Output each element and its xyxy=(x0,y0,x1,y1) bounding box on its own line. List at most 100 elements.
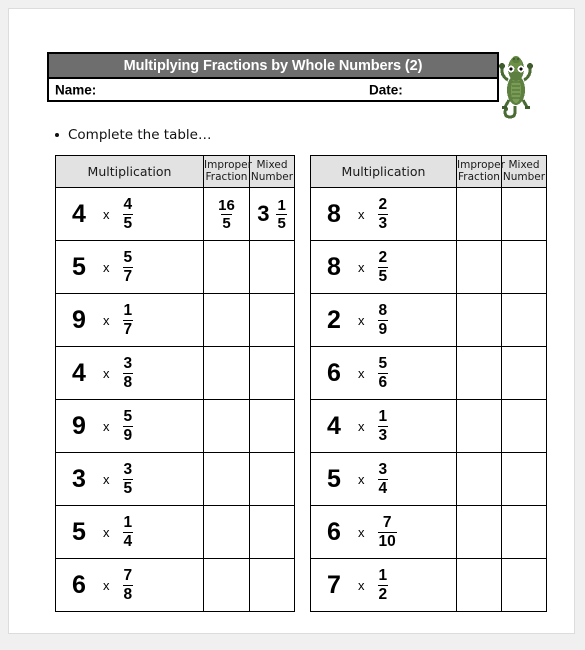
improper-fraction-answer xyxy=(204,241,249,293)
fraction-numerator: 7 xyxy=(123,567,133,584)
mixed-number-cell[interactable] xyxy=(249,346,295,400)
mixed-number-cell[interactable] xyxy=(501,558,547,612)
multiplication-cell: 4 x 38 xyxy=(55,346,204,400)
multiplication-cell: 6 x 7 10 xyxy=(310,505,457,559)
mixed-number-cell[interactable] xyxy=(249,558,295,612)
mixed-number-answer xyxy=(250,506,294,558)
improper-fraction-cell[interactable] xyxy=(203,452,250,506)
fraction-denominator: 6 xyxy=(377,372,389,391)
whole-number: 2 xyxy=(327,305,341,334)
improper-fraction-cell[interactable] xyxy=(456,399,502,453)
improper-fraction-answer xyxy=(204,506,249,558)
instruction-line: Complete the table… xyxy=(55,127,212,143)
times-symbol: x xyxy=(103,471,110,487)
improper-fraction-cell[interactable] xyxy=(456,505,502,559)
improper-fraction-cell[interactable] xyxy=(456,346,502,400)
multiplication-expression: 5 x34 xyxy=(311,453,456,505)
mixed-number-answer xyxy=(250,453,294,505)
multiplication-expression: 5x57 xyxy=(56,241,203,293)
fraction-denominator: 4 xyxy=(122,531,134,550)
multiplication-cell: 7x12 xyxy=(310,558,457,612)
improper-fraction-cell[interactable] xyxy=(456,558,502,612)
improper-fraction-cell[interactable] xyxy=(456,187,502,241)
improper-fraction-answer xyxy=(204,453,249,505)
improper-fraction-cell[interactable] xyxy=(203,505,250,559)
improper-line1: Improper xyxy=(204,159,252,172)
times-symbol: x xyxy=(103,577,110,593)
fraction-numerator: 2 xyxy=(378,196,388,213)
multiplication-expression: 2x89 xyxy=(311,294,456,346)
mixed-number-answer: 315 xyxy=(250,188,294,240)
times-symbol: x xyxy=(103,206,110,222)
whole-number: 6 xyxy=(72,570,86,599)
multiplication-expression: 6x56 xyxy=(311,347,456,399)
mixed-number-cell[interactable] xyxy=(249,293,295,347)
mixed-number-cell[interactable] xyxy=(249,240,295,294)
whole-number: 9 xyxy=(72,411,86,440)
worksheet-table-right: Multiplication Improper Fraction Mixed N… xyxy=(310,155,547,612)
fraction-numerator: 3 xyxy=(378,461,388,478)
table-row: 7x12 xyxy=(310,558,547,612)
mixed-number-cell[interactable]: 315 xyxy=(249,187,295,241)
multiplication-expression: 8x25 xyxy=(311,241,456,293)
fraction-numerator: 5 xyxy=(123,249,133,266)
improper-fraction-cell[interactable] xyxy=(203,399,250,453)
multiplication-cell: 2x89 xyxy=(310,293,457,347)
whole-number: 8 xyxy=(327,199,341,228)
table-body: 4 x 4 5 16 5 3 1 5 5 x 5 7 9 x 1 7 4 x 3 8 9 x 5 9 3 x 3 5 5 x 1 4 6 x 7 8 xyxy=(55,187,295,612)
fraction-numerator: 7 xyxy=(382,514,392,531)
multiplication-cell: 4x13 xyxy=(310,399,457,453)
fraction-numerator: 16 xyxy=(218,196,235,214)
times-symbol: x xyxy=(103,365,110,381)
table-row: 9x59 xyxy=(55,399,295,453)
improper-fraction-cell[interactable] xyxy=(456,452,502,506)
times-symbol: x xyxy=(103,259,110,275)
fraction: 38 xyxy=(122,355,134,390)
improper-fraction-cell[interactable] xyxy=(456,293,502,347)
table-row: 4x13 xyxy=(310,399,547,453)
mixed-number-cell[interactable] xyxy=(501,187,547,241)
multiplication-cell: 9x17 xyxy=(55,293,204,347)
improper-fraction-cell[interactable] xyxy=(203,293,250,347)
fraction: 45 xyxy=(122,197,134,231)
column-header-mixed-number: Mixed Number xyxy=(501,155,547,188)
mixed-number-cell[interactable] xyxy=(501,293,547,347)
whole-number: 6 xyxy=(327,517,341,546)
mixed-number-cell[interactable] xyxy=(501,240,547,294)
mixed-line2: Number xyxy=(502,170,546,183)
mixed-number-cell[interactable] xyxy=(249,399,295,453)
improper-fraction-answer xyxy=(457,559,501,611)
multiplication-expression: 6 x 7 10 xyxy=(311,506,456,558)
mixed-number-cell[interactable] xyxy=(501,505,547,559)
improper-fraction-cell[interactable] xyxy=(456,240,502,294)
fraction-numerator: 1 xyxy=(277,196,286,214)
mixed-number-cell[interactable] xyxy=(501,399,547,453)
worksheet-page: Multiplying Fractions by Whole Numbers (… xyxy=(8,8,575,634)
fraction: 23 xyxy=(377,196,389,231)
times-symbol: x xyxy=(358,365,365,381)
improper-fraction-cell[interactable] xyxy=(203,558,250,612)
improper-fraction-cell[interactable] xyxy=(203,346,250,400)
mixed-number-cell[interactable] xyxy=(501,452,547,506)
mixed-number-cell[interactable] xyxy=(249,452,295,506)
mixed-number-cell[interactable] xyxy=(249,505,295,559)
times-symbol: x xyxy=(358,471,365,487)
whole-number: 4 xyxy=(72,358,86,387)
fraction: 7 10 xyxy=(377,514,397,549)
mixed-number-answer xyxy=(250,294,294,346)
improper-fraction-cell[interactable] xyxy=(203,240,250,294)
fraction-denominator: 5 xyxy=(221,213,232,232)
improper-fraction-answer xyxy=(457,294,501,346)
improper-fraction-cell[interactable]: 16 5 xyxy=(203,187,250,241)
fraction-denominator: 5 xyxy=(276,213,287,232)
table-row: 3x35 xyxy=(55,452,295,506)
table-row: 2x89 xyxy=(310,293,547,347)
mixed-number-cell[interactable] xyxy=(501,346,547,400)
fraction-denominator: 4 xyxy=(377,478,389,497)
fraction: 12 xyxy=(377,568,389,602)
table-row: 8x25 xyxy=(310,240,547,294)
fraction-numerator: 3 xyxy=(123,355,133,372)
whole-number: 5 xyxy=(327,464,341,493)
multiplication-expression: 4 x 38 xyxy=(56,347,203,399)
whole-number: 4 xyxy=(327,411,341,440)
